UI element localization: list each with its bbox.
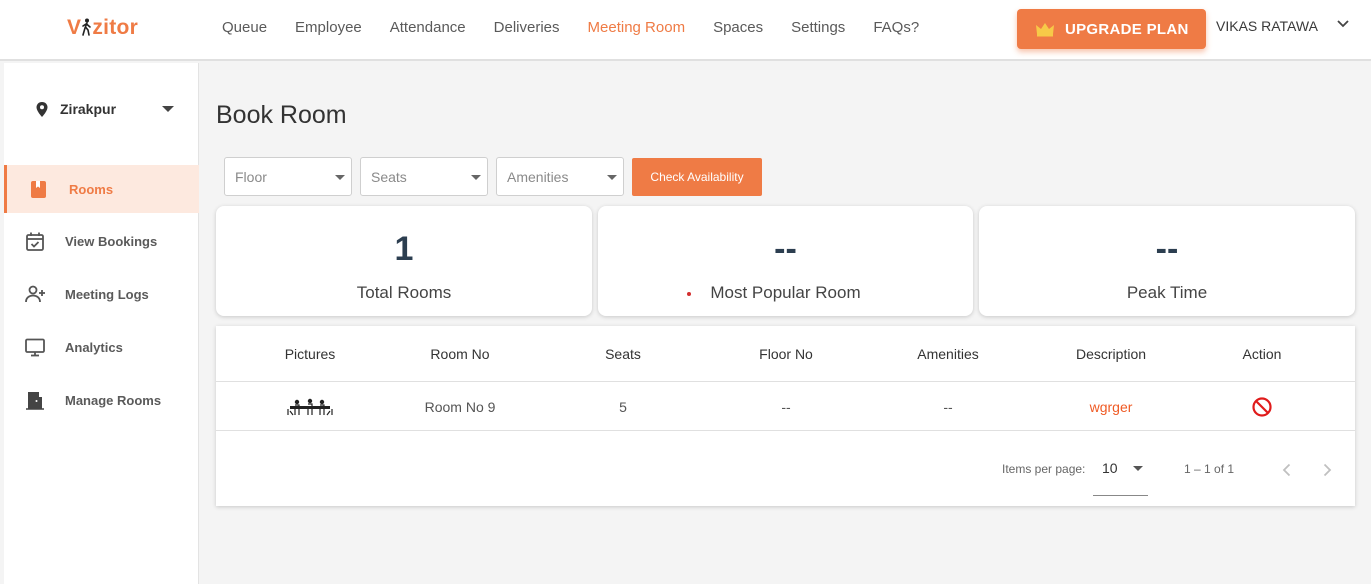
sidebar-item-view-bookings[interactable]: View Bookings (4, 217, 199, 265)
amenities-select[interactable]: Amenities (496, 157, 624, 196)
description-cell: wgrger (1089, 398, 1133, 415)
chevron-down-icon[interactable] (1336, 17, 1350, 31)
caret-down-icon (471, 175, 481, 180)
logo-letter: V (67, 16, 82, 39)
upgrade-plan-label: UPGRADE PLAN (1065, 20, 1189, 38)
amenities-select-placeholder: Amenities (507, 169, 569, 185)
person-add-icon (25, 285, 45, 303)
nav-deliveries[interactable]: Deliveries (494, 19, 560, 36)
stat-value: -- (1155, 230, 1179, 268)
sidebar-item-meeting-logs[interactable]: Meeting Logs (4, 270, 199, 318)
previous-page-icon[interactable] (1279, 462, 1295, 478)
nav-meeting-room[interactable]: Meeting Room (588, 19, 686, 36)
sidebar-item-label: Meeting Logs (65, 286, 149, 302)
column-header-seats: Seats (605, 345, 641, 362)
stat-label: Peak Time (1126, 283, 1208, 302)
rooms-table: Pictures Room No Seats Floor No Amenitie… (216, 326, 1355, 506)
book-icon (31, 181, 46, 198)
column-header-room-no: Room No (430, 345, 490, 362)
page-title: Book Room (216, 101, 347, 129)
nav-faqs[interactable]: FAQs? (873, 19, 919, 36)
red-dot-marker (687, 292, 691, 296)
nav-employee[interactable]: Employee (295, 19, 362, 36)
floor-select-placeholder: Floor (235, 169, 267, 185)
stat-card-total-rooms: 1 Total Rooms (216, 206, 592, 316)
floor-no-cell: -- (781, 398, 791, 415)
nav-attendance[interactable]: Attendance (390, 19, 466, 36)
sidebar-item-label: Manage Rooms (65, 392, 162, 408)
meeting-room-image (287, 398, 333, 415)
paginator: Items per page: 10 1 – 1 of 1 (216, 432, 1355, 506)
column-header-pictures: Pictures (284, 345, 336, 362)
stat-card-most-popular-room: -- Most Popular Room (598, 206, 973, 316)
floor-select[interactable]: Floor (224, 157, 352, 196)
stat-value: 1 (394, 230, 414, 268)
stat-label: Most Popular Room (710, 283, 861, 302)
sidebar-item-label: Rooms (69, 181, 114, 197)
monitor-icon (25, 338, 45, 357)
table-row[interactable]: Room No 9 5 -- -- wgrger (216, 383, 1355, 431)
nav-spaces[interactable]: Spaces (713, 19, 763, 36)
block-icon[interactable] (1251, 396, 1273, 418)
amenities-cell: -- (943, 398, 953, 415)
column-header-action: Action (1242, 345, 1282, 362)
items-per-page-label: Items per page: (1002, 462, 1086, 476)
room-picture-cell (260, 383, 360, 430)
sidebar-item-label: View Bookings (65, 233, 158, 249)
seats-select-placeholder: Seats (371, 169, 407, 185)
caret-down-icon (335, 175, 345, 180)
app-logo[interactable]: Vzitor (67, 16, 138, 40)
calendar-check-icon (26, 232, 44, 251)
sidebar-item-rooms[interactable]: Rooms (4, 165, 199, 213)
stat-card-peak-time: -- Peak Time (979, 206, 1355, 316)
next-page-icon[interactable] (1319, 462, 1335, 478)
location-label: Zirakpur (60, 101, 117, 117)
page-range-label: 1 – 1 of 1 (1184, 462, 1235, 476)
nav-queue[interactable]: Queue (222, 19, 267, 36)
user-name[interactable]: VIKAS RATAWA (1216, 18, 1318, 34)
check-availability-button[interactable]: Check Availability (632, 158, 762, 196)
caret-down-icon[interactable] (162, 106, 174, 112)
logo-text: zitor (92, 16, 139, 39)
sidebar: Zirakpur Rooms View Bookings Meeting Log… (4, 63, 199, 584)
items-per-page-value: 10 (1102, 460, 1118, 476)
main-nav: Queue Employee Attendance Deliveries Mee… (222, 19, 947, 36)
walking-person-icon (82, 18, 92, 36)
sidebar-item-manage-rooms[interactable]: Manage Rooms (4, 376, 199, 424)
column-header-amenities: Amenities (917, 345, 979, 362)
nav-settings[interactable]: Settings (791, 19, 845, 36)
column-header-description: Description (1075, 345, 1147, 362)
crown-icon (1036, 23, 1054, 37)
items-per-page-select[interactable]: 10 (1093, 454, 1148, 496)
column-header-floor-no: Floor No (759, 345, 813, 362)
seats-cell: 5 (619, 398, 627, 415)
caret-down-icon (1133, 466, 1143, 471)
stat-value: -- (774, 230, 797, 268)
action-cell (1212, 383, 1312, 430)
upgrade-plan-button[interactable]: UPGRADE PLAN (1017, 9, 1206, 49)
top-navbar: Vzitor Queue Employee Attendance Deliver… (0, 0, 1371, 61)
caret-down-icon (607, 175, 617, 180)
sidebar-item-label: Analytics (65, 339, 123, 355)
seats-select[interactable]: Seats (360, 157, 488, 196)
door-icon (26, 392, 44, 410)
room-no-cell: Room No 9 (424, 398, 496, 415)
stat-label: Total Rooms (356, 283, 452, 302)
table-header-row: Pictures Room No Seats Floor No Amenitie… (216, 326, 1355, 382)
location-pin-icon (36, 101, 48, 117)
location-selector[interactable]: Zirakpur (36, 101, 116, 117)
sidebar-item-analytics[interactable]: Analytics (4, 323, 199, 371)
